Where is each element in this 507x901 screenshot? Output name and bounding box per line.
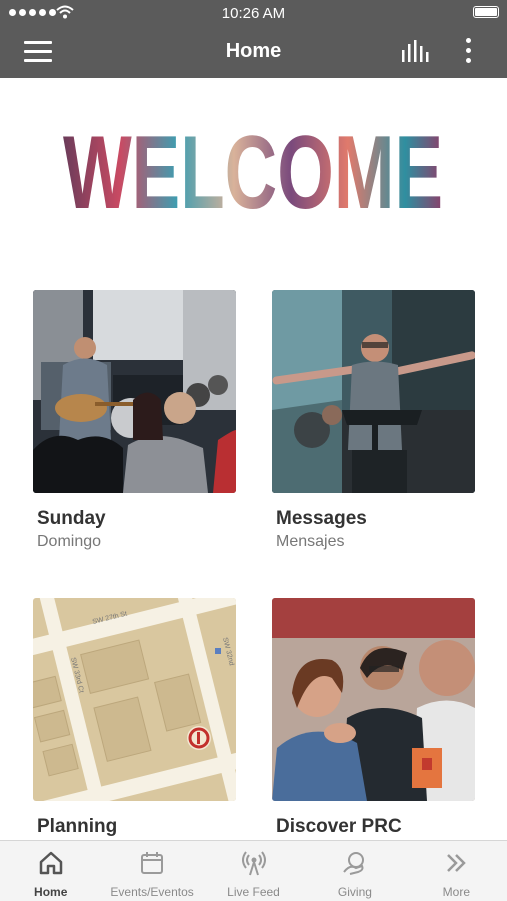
sunday-worship-image[interactable]	[33, 290, 236, 493]
header-bar: Home	[0, 26, 507, 78]
tile-title-planning: Planning	[37, 816, 118, 837]
more-options-icon[interactable]	[460, 38, 476, 66]
planning-map-image[interactable]: SW 27th St SW 33rd Ct SW 32nd	[0, 542, 302, 860]
tile-title-discover-prc: Discover PRC	[276, 816, 402, 837]
tile-subtitle-messages: Mensajes	[276, 533, 345, 550]
chevrons-right-icon	[447, 854, 467, 872]
messages-pastor-image[interactable]	[272, 290, 476, 493]
tile-subtitle-sunday: Domingo	[37, 533, 102, 550]
tab-label-home: Home	[34, 885, 68, 899]
status-time: 10:26 AM	[221, 5, 286, 22]
calendar-icon	[141, 852, 164, 874]
tile-discover-prc[interactable]: Discover PRC	[272, 598, 475, 838]
broadcast-icon	[241, 851, 266, 876]
page-title: Home	[225, 40, 282, 62]
tile-title-sunday: Sunday	[37, 508, 106, 529]
tab-label-live-feed: Live Feed	[227, 885, 280, 899]
tab-bar: Home Events/Eventos Live Feed Giving Mor…	[0, 840, 507, 901]
status-bar: 10:26 AM	[0, 0, 507, 26]
tab-live-feed[interactable]: Live Feed	[203, 841, 304, 901]
welcome-banner: WELCOME	[63, 115, 443, 230]
discover-prc-image[interactable]	[272, 598, 475, 801]
tile-title-messages: Messages	[276, 508, 367, 529]
tab-home[interactable]: Home	[0, 841, 101, 901]
tab-label-giving: Giving	[337, 885, 372, 899]
tile-messages[interactable]: Messages Mensajes	[272, 290, 476, 551]
tile-planning[interactable]: SW 27th St SW 33rd Ct SW 32nd Planning	[0, 542, 302, 860]
audio-bars-icon[interactable]	[400, 40, 430, 64]
tile-sunday[interactable]: Sunday Domingo	[33, 290, 236, 551]
battery-icon	[473, 6, 499, 18]
giving-icon	[343, 852, 364, 875]
tab-events[interactable]: Events/Eventos	[101, 841, 202, 901]
home-icon	[39, 851, 62, 875]
tab-more[interactable]: More	[406, 841, 507, 901]
tab-label-events: Events/Eventos	[110, 885, 194, 899]
tab-label-more: More	[442, 885, 470, 899]
tab-giving[interactable]: Giving	[304, 841, 405, 901]
